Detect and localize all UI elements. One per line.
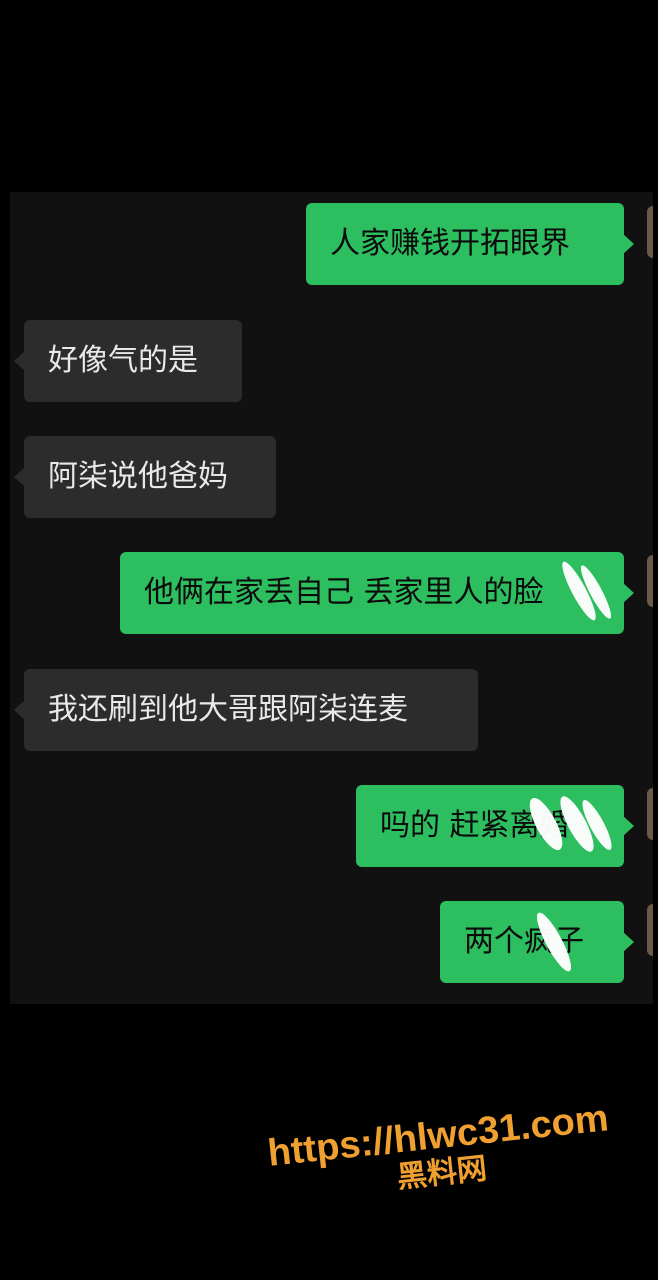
avatar-edge[interactable] xyxy=(647,904,653,956)
message-bubble-outgoing[interactable]: 人家赚钱开拓眼界 xyxy=(306,203,634,285)
avatar-edge[interactable] xyxy=(647,788,653,840)
avatar-edge[interactable] xyxy=(647,555,653,607)
message-text: 阿柒说他爸妈 xyxy=(48,459,228,494)
message-bubble-incoming[interactable]: 阿柒说他爸妈 xyxy=(14,436,276,518)
message-bubble-outgoing[interactable]: 吗的 赶紧离婚 xyxy=(356,785,634,867)
avatar-edge[interactable] xyxy=(647,206,653,258)
message-bubble-outgoing[interactable]: 两个疯子 xyxy=(440,901,634,983)
chat-panel: 人家赚钱开拓眼界 好像气的是 阿柒说他爸妈 他俩在家丢自己 丢家里人的脸 我还刷… xyxy=(10,192,653,1004)
message-text: 好像气的是 xyxy=(48,343,198,378)
message-bubble-incoming[interactable]: 我还刷到他大哥跟阿柒连麦 xyxy=(14,669,478,751)
message-text: 人家赚钱开拓眼界 xyxy=(330,226,570,261)
watermark: https://hlwc31.com 黑料网 xyxy=(266,1097,614,1206)
message-text: 我还刷到他大哥跟阿柒连麦 xyxy=(48,692,408,727)
message-bubble-incoming[interactable]: 好像气的是 xyxy=(14,320,242,402)
message-text: 他俩在家丢自己 丢家里人的脸 xyxy=(144,575,544,610)
message-bubble-outgoing[interactable]: 他俩在家丢自己 丢家里人的脸 xyxy=(120,552,634,634)
